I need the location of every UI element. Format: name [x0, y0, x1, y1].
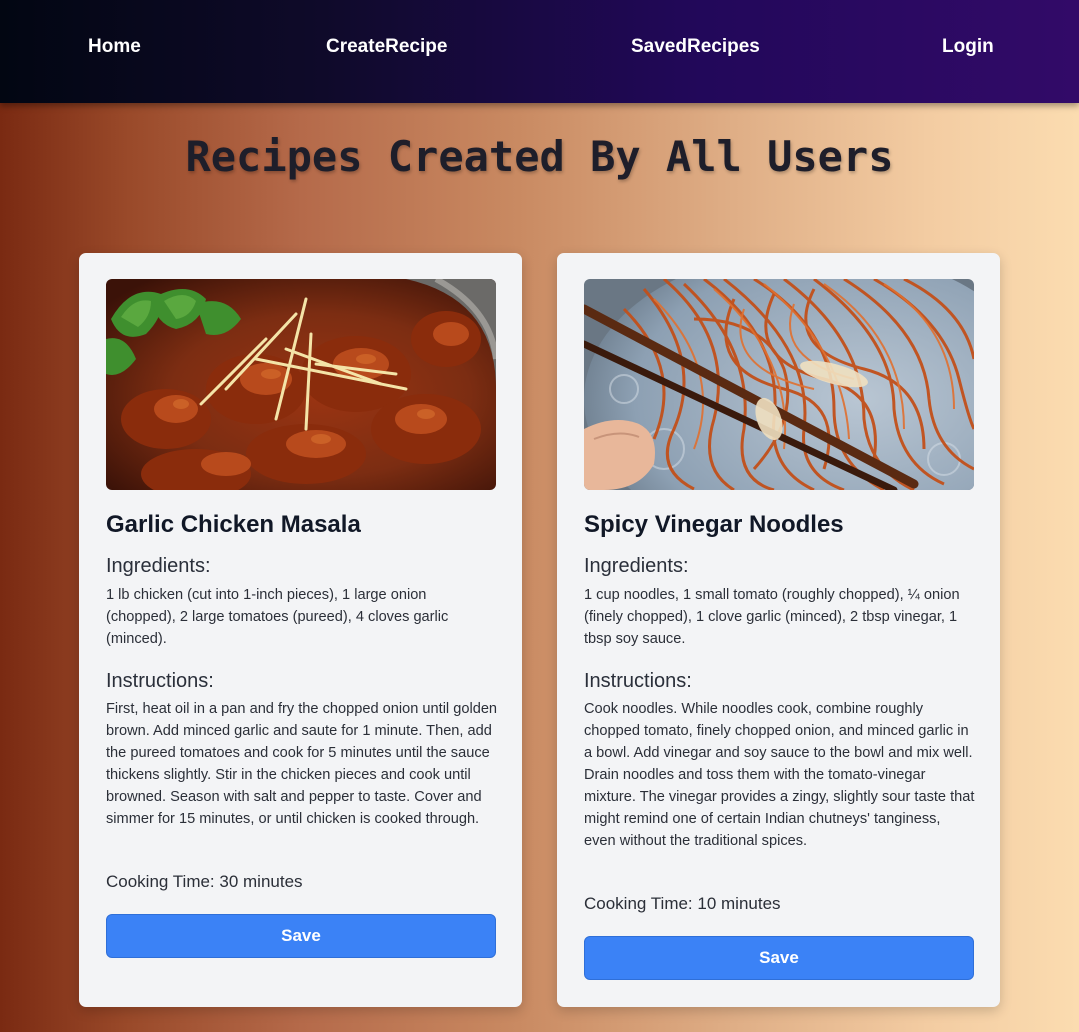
recipe-title: Spicy Vinegar Noodles — [584, 511, 844, 538]
instructions-text: First, heat oil in a pan and fry the cho… — [106, 701, 498, 827]
instructions-text: Cook noodles. While noodles cook, combin… — [584, 701, 975, 849]
ingredients-text: 1 cup noodles, 1 small tomato (roughly c… — [584, 587, 960, 647]
cooking-time: Cooking Time: 10 minutes — [584, 894, 781, 913]
page-title: Recipes Created By All Users — [185, 132, 894, 181]
recipe-image — [584, 279, 974, 490]
nav-home-link[interactable]: Home — [88, 36, 141, 58]
save-button[interactable]: Save — [584, 936, 974, 980]
ingredients-heading: Ingredients: — [106, 555, 211, 577]
nav-create-recipe-link[interactable]: CreateRecipe — [326, 36, 447, 58]
ingredients-text: 1 lb chicken (cut into 1-inch pieces), 1… — [106, 587, 449, 647]
instructions-heading: Instructions: — [584, 670, 692, 692]
recipe-card: Garlic Chicken Masala Ingredients: 1 lb … — [79, 253, 522, 1007]
cooking-time: Cooking Time: 30 minutes — [106, 872, 303, 891]
ingredients-heading: Ingredients: — [584, 555, 689, 577]
navbar: Home CreateRecipe SavedRecipes Login — [0, 0, 1079, 103]
save-button[interactable]: Save — [106, 914, 496, 958]
nav-saved-recipes-link[interactable]: SavedRecipes — [631, 36, 760, 58]
nav-login-link[interactable]: Login — [942, 36, 994, 58]
recipe-title: Garlic Chicken Masala — [106, 511, 361, 538]
recipe-card: Spicy Vinegar Noodles Ingredients: 1 cup… — [557, 253, 1000, 1007]
recipe-image — [106, 279, 496, 490]
instructions-heading: Instructions: — [106, 670, 214, 692]
